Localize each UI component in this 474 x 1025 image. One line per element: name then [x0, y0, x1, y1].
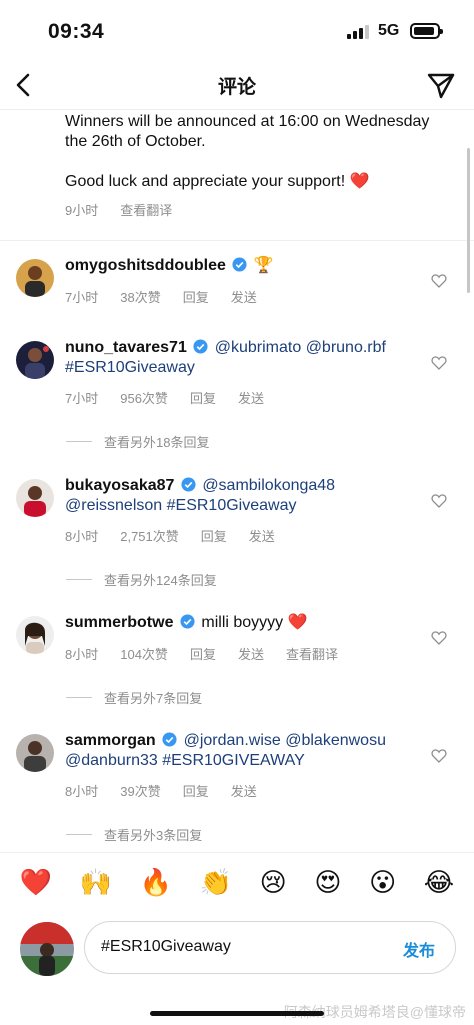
view-replies[interactable]: 查看另外124条回复: [66, 570, 217, 589]
verified-badge-icon: [193, 339, 208, 354]
username[interactable]: bukayosaka87: [65, 477, 174, 494]
reply-button[interactable]: 回复: [190, 388, 216, 407]
avatar[interactable]: [16, 479, 54, 517]
my-avatar: [20, 922, 74, 976]
translate-link[interactable]: 查看翻译: [120, 201, 172, 221]
comment-time: 8小时: [65, 647, 99, 662]
username[interactable]: sammorgan: [65, 732, 156, 749]
verified-badge-icon: [181, 477, 196, 492]
divider: [0, 240, 474, 241]
comment-body: milli boyyyy ❤️: [201, 614, 308, 631]
post-button[interactable]: 发布: [403, 937, 435, 961]
replies-divider: [66, 579, 92, 580]
send-button[interactable]: 发送: [231, 781, 257, 800]
verified-badge-icon: [232, 257, 247, 272]
heart-icon[interactable]: [431, 748, 447, 764]
like-count[interactable]: 39次赞: [120, 781, 160, 800]
emoji-bar: ❤️ 🙌 🔥 👏 😢 😍 😮 😂: [0, 852, 474, 912]
view-replies[interactable]: 查看另外3条回复: [66, 825, 202, 844]
nav-bar: 评论: [0, 60, 474, 110]
caption-text-1: Winners will be announced at 16:00 on We…: [65, 113, 430, 150]
heart-icon[interactable]: [431, 493, 447, 509]
comment-meta: 7小时 38次赞 回复 发送: [65, 287, 257, 306]
comment-input-value: #ESR10Giveaway: [101, 938, 231, 955]
signal-icon: [347, 25, 369, 39]
paper-plane-icon: [427, 73, 455, 99]
avatar[interactable]: [16, 616, 54, 654]
avatar[interactable]: [16, 341, 54, 379]
comment-input[interactable]: #ESR10Giveaway 发布: [84, 921, 456, 974]
emoji-laugh[interactable]: 😂: [424, 868, 454, 898]
reply-button[interactable]: 回复: [190, 644, 216, 663]
caption-time: 9小时: [65, 203, 99, 218]
comment-composer: #ESR10Giveaway 发布: [0, 918, 474, 978]
like-count[interactable]: 104次赞: [120, 644, 168, 663]
username[interactable]: nuno_tavares71: [65, 339, 187, 356]
avatar[interactable]: [16, 734, 54, 772]
comment-meta: 8小时 39次赞 回复 发送: [65, 781, 257, 800]
send-button[interactable]: 发送: [238, 644, 264, 663]
emoji-raised-hands[interactable]: 🙌: [80, 868, 112, 898]
view-replies-label: 查看另外3条回复: [104, 828, 203, 843]
comment-meta: 7小时 956次赞 回复 发送: [65, 388, 264, 407]
status-time: 09:34: [48, 20, 105, 43]
network-type: 5G: [378, 22, 400, 39]
view-replies-label: 查看另外124条回复: [104, 573, 217, 588]
avatar[interactable]: [16, 259, 54, 297]
comment-text: sammorgan @jordan.wise @blakenwosu @danb…: [65, 731, 425, 771]
view-replies-label: 查看另外7条回复: [104, 691, 203, 706]
emoji-clap[interactable]: 👏: [200, 868, 232, 898]
scrollbar[interactable]: [467, 148, 470, 293]
view-replies[interactable]: 查看另外18条回复: [66, 432, 209, 451]
comment-meta: 8小时 104次赞 回复 发送 查看翻译: [65, 644, 338, 663]
comment-time: 8小时: [65, 529, 99, 544]
post-caption: Winners will be announced at 16:00 on We…: [65, 112, 445, 221]
emoji-surprised[interactable]: 😮: [369, 868, 396, 898]
replies-divider: [66, 834, 92, 835]
share-button[interactable]: [424, 68, 458, 102]
comment-meta: 8小时 2,751次赞 回复 发送: [65, 526, 275, 545]
emoji-heart-eyes[interactable]: 😍: [314, 868, 341, 898]
username[interactable]: omygoshitsddoublee: [65, 257, 226, 274]
comment-text: summerbotwe milli boyyyy ❤️: [65, 613, 425, 633]
status-bar: 09:34 5G: [0, 0, 474, 60]
comment-time: 7小时: [65, 391, 99, 406]
comment-time: 7小时: [65, 290, 99, 305]
view-replies-label: 查看另外18条回复: [104, 435, 210, 450]
home-indicator[interactable]: [150, 1011, 324, 1016]
comment-body: 🏆: [253, 257, 274, 274]
emoji-fire[interactable]: 🔥: [140, 868, 172, 898]
comment-time: 8小时: [65, 784, 99, 799]
comment-text: nuno_tavares71 @kubrimato @bruno.rbf #ES…: [65, 338, 425, 378]
send-button[interactable]: 发送: [231, 287, 257, 306]
like-count[interactable]: 2,751次赞: [120, 526, 179, 545]
replies-divider: [66, 441, 92, 442]
verified-badge-icon: [162, 732, 177, 747]
like-count[interactable]: 956次赞: [120, 388, 168, 407]
comments-list[interactable]: Winners will be announced at 16:00 on We…: [0, 110, 474, 850]
reply-button[interactable]: 回复: [183, 287, 209, 306]
comment-text: bukayosaka87 @sambilokonga48 @reissnelso…: [65, 476, 425, 516]
send-button[interactable]: 发送: [249, 526, 275, 545]
verified-badge-icon: [180, 614, 195, 629]
view-replies[interactable]: 查看另外7条回复: [66, 688, 202, 707]
reply-button[interactable]: 回复: [183, 781, 209, 800]
page-title: 评论: [217, 77, 256, 98]
emoji-heart[interactable]: ❤️: [20, 868, 52, 898]
reply-button[interactable]: 回复: [201, 526, 227, 545]
send-button[interactable]: 发送: [238, 388, 264, 407]
caption-text-2: Good luck and appreciate your support! ❤…: [65, 173, 370, 190]
battery-icon: [410, 23, 443, 39]
heart-icon[interactable]: [431, 355, 447, 371]
emoji-cry[interactable]: 😢: [260, 868, 287, 898]
username[interactable]: summerbotwe: [65, 614, 173, 631]
heart-icon[interactable]: [431, 630, 447, 646]
comment-text: omygoshitsddoublee 🏆: [65, 256, 425, 276]
like-count[interactable]: 38次赞: [120, 287, 160, 306]
replies-divider: [66, 697, 92, 698]
heart-icon[interactable]: [431, 273, 447, 289]
caption-meta: 9小时 查看翻译: [65, 201, 445, 221]
translate-link[interactable]: 查看翻译: [286, 644, 338, 663]
